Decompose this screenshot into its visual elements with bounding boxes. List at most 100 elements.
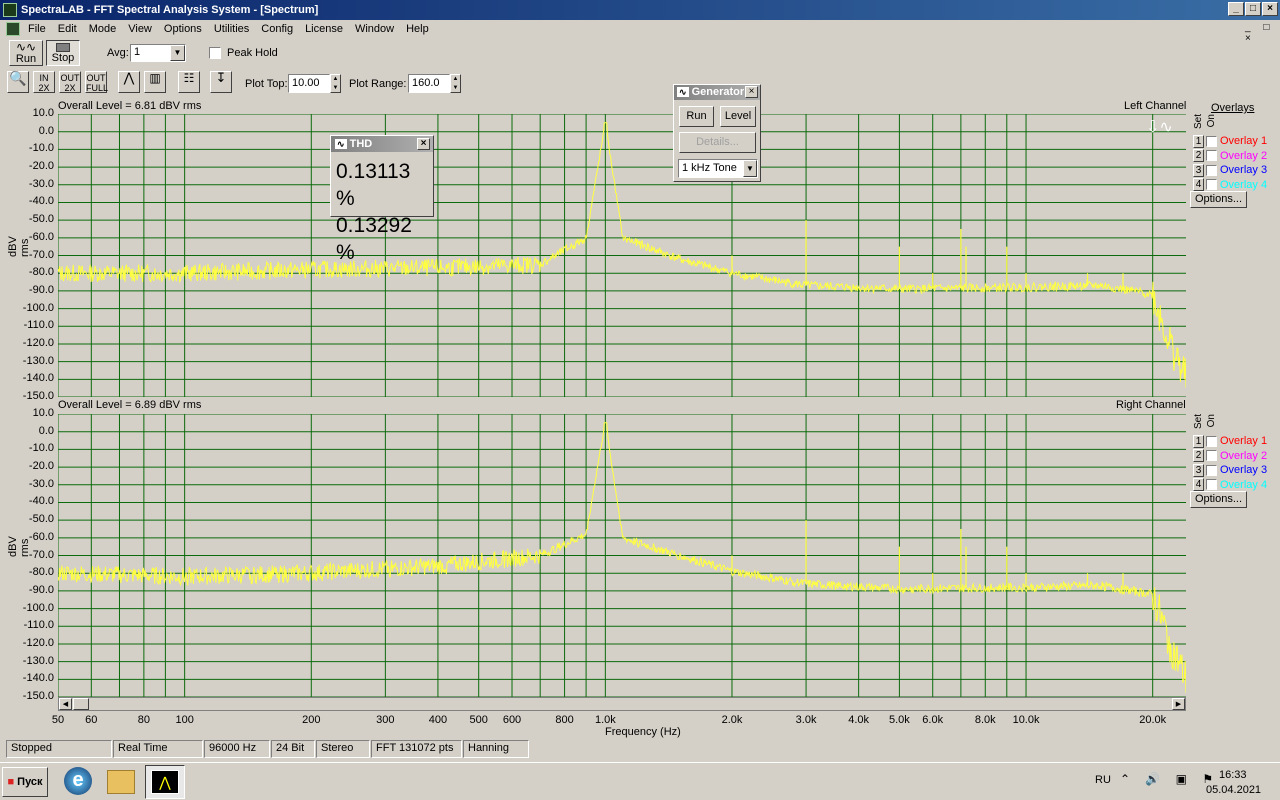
plot-top-spinner[interactable]: ▲ ▼ <box>330 74 341 93</box>
plot-range-input[interactable]: 160.0 <box>408 74 450 93</box>
table-icon[interactable]: ☷ <box>178 71 200 93</box>
menu-bar: File Edit Mode View Options Utilities Co… <box>0 20 1280 38</box>
overlays-header: Overlays <box>1211 102 1255 114</box>
folder-icon[interactable] <box>107 770 135 794</box>
maximize-button[interactable]: □ <box>1245 2 1261 16</box>
menu-utilities[interactable]: Utilities <box>208 23 255 35</box>
scroll-thumb[interactable] <box>73 698 89 710</box>
thd-close-icon[interactable]: × <box>417 138 430 150</box>
overlay-set-button[interactable]: 3 <box>1193 163 1204 177</box>
status-field: FFT 131072 pts <box>371 740 462 758</box>
overlay-row[interactable]: 2 Overlay 2 <box>1193 149 1267 163</box>
start-button[interactable]: ■ Пуск <box>2 767 48 797</box>
overlay-row[interactable]: 4 Overlay 4 <box>1193 478 1267 492</box>
overlay-set-button[interactable]: 2 <box>1193 149 1204 162</box>
overlay-row[interactable]: 2 Overlay 2 <box>1193 449 1267 463</box>
y-tick-label: -10.0 <box>28 142 54 155</box>
x-tick-label: 50 <box>51 714 65 726</box>
taskbar: ■ Пуск e ⋀ RU ⌃ 🔊 ▣ ⚑ 16:33 05.04.2021 <box>0 762 1280 800</box>
menu-file[interactable]: File <box>22 23 52 35</box>
generator-tone-select[interactable]: 1 kHz Tone ▼ <box>678 159 758 178</box>
overlay-checkbox[interactable] <box>1206 450 1217 461</box>
overlay-set-button[interactable]: 4 <box>1193 178 1204 191</box>
close-button[interactable]: × <box>1262 2 1278 16</box>
overlay-set-button[interactable]: 2 <box>1193 449 1204 462</box>
generator-close-icon[interactable]: × <box>745 86 758 98</box>
menu-mode[interactable]: Mode <box>83 23 123 35</box>
y-tick-label: 0.0 <box>38 124 54 137</box>
x-tick-label: 200 <box>302 714 321 726</box>
peak-marker-icon[interactable]: ⋀ <box>118 71 140 93</box>
minimize-button[interactable]: _ <box>1228 2 1244 16</box>
language-indicator[interactable]: RU <box>1095 774 1111 786</box>
chevron-down-icon[interactable]: ▼ <box>170 45 185 61</box>
stop-button[interactable]: Stop <box>46 40 80 66</box>
overlay-row[interactable]: 4 Overlay 4 <box>1193 178 1267 192</box>
tray-icons[interactable]: ⌃ 🔊 ▣ ⚑ <box>1120 772 1219 786</box>
internet-explorer-icon[interactable]: e <box>64 767 92 795</box>
generator-details-button: Details... <box>679 132 756 153</box>
overlay-set-button[interactable]: 4 <box>1193 478 1204 491</box>
zoom-out-2x-button[interactable]: OUT 2X <box>59 71 81 93</box>
menu-view[interactable]: View <box>122 23 158 35</box>
thd-value-left: 0.13113 % <box>336 160 411 210</box>
cursor-icon[interactable]: ↧ <box>210 71 232 93</box>
bar-mode-icon[interactable]: ▥ <box>144 71 166 93</box>
generator-title: Generator <box>691 86 745 98</box>
overlay-set-button[interactable]: 1 <box>1193 134 1204 148</box>
overlay-checkbox[interactable] <box>1206 464 1217 476</box>
spectrum-trace <box>58 422 1186 693</box>
overlay-checkbox[interactable] <box>1206 179 1217 190</box>
overlay-row[interactable]: 3 Overlay 3 <box>1193 163 1267 177</box>
generator-run-button[interactable]: Run <box>679 106 714 127</box>
spectralab-icon: ⋀ <box>151 770 179 794</box>
overlay-row[interactable]: 3 Overlay 3 <box>1193 463 1267 477</box>
generator-level-button[interactable]: Level <box>720 106 756 127</box>
overlay-checkbox[interactable] <box>1206 479 1217 490</box>
menu-license[interactable]: License <box>299 23 349 35</box>
avg-select[interactable]: 1 ▼ <box>130 44 186 62</box>
overlay-label: Overlay 4 <box>1220 478 1268 491</box>
plot-top-input[interactable]: 10.00 <box>288 74 330 93</box>
run-label: Run <box>15 53 37 65</box>
thd-window[interactable]: ∿ THD × 0.13113 % 0.13292 % <box>330 135 434 264</box>
overlay-options-button[interactable]: Options... <box>1190 491 1247 508</box>
spectralab-taskbar-button[interactable]: ⋀ <box>145 765 185 799</box>
generator-window[interactable]: ∿ Generator × Run Level Details... 1 kHz… <box>673 84 761 182</box>
overlay-checkbox[interactable] <box>1206 435 1217 447</box>
x-tick-label: 400 <box>428 714 448 726</box>
menu-config[interactable]: Config <box>255 23 299 35</box>
overlay-set-button[interactable]: 1 <box>1193 434 1204 448</box>
menu-window[interactable]: Window <box>349 23 400 35</box>
horizontal-scrollbar[interactable]: ◀ ▶ <box>58 697 1186 711</box>
menu-edit[interactable]: Edit <box>52 23 83 35</box>
overlay-set-button[interactable]: 3 <box>1193 463 1204 477</box>
zoom-in-2x-button[interactable]: IN 2X <box>33 71 55 93</box>
y-tick-label: -80.0 <box>28 566 54 579</box>
overlay-checkbox[interactable] <box>1206 164 1217 176</box>
overlay-row[interactable]: 1 Overlay 1 <box>1193 434 1267 448</box>
overlay-label: Overlay 1 <box>1220 435 1268 447</box>
right-spectrum-plot[interactable] <box>58 414 1186 697</box>
left-spectrum-plot[interactable]: ⇩∿ <box>58 114 1186 397</box>
overlay-options-button[interactable]: Options... <box>1190 191 1247 208</box>
y-tick-label: -140.0 <box>22 672 54 685</box>
chevron-down-icon[interactable]: ▼ <box>743 160 757 177</box>
y-tick-label: -120.0 <box>22 336 54 349</box>
thd-titlebar[interactable]: ∿ THD × <box>331 136 433 152</box>
mdi-controls[interactable]: _ □ × <box>1245 22 1280 44</box>
overlay-checkbox[interactable] <box>1206 135 1217 147</box>
menu-help[interactable]: Help <box>400 23 435 35</box>
zoom-icon[interactable]: 🔍 <box>7 71 29 93</box>
run-button[interactable]: ∿∿ Run <box>9 40 43 66</box>
overlay-label: Overlay 2 <box>1220 149 1268 162</box>
menu-options[interactable]: Options <box>158 23 208 35</box>
scroll-right-icon[interactable]: ▶ <box>1172 698 1185 710</box>
scroll-left-icon[interactable]: ◀ <box>59 698 72 710</box>
peak-hold-checkbox[interactable] <box>209 47 221 59</box>
x-tick-label: 600 <box>502 714 522 726</box>
plot-range-spinner[interactable]: ▲ ▼ <box>450 74 461 93</box>
zoom-out-full-button[interactable]: OUT FULL <box>85 71 108 93</box>
overlay-row[interactable]: 1 Overlay 1 <box>1193 134 1267 148</box>
overlay-checkbox[interactable] <box>1206 150 1217 161</box>
